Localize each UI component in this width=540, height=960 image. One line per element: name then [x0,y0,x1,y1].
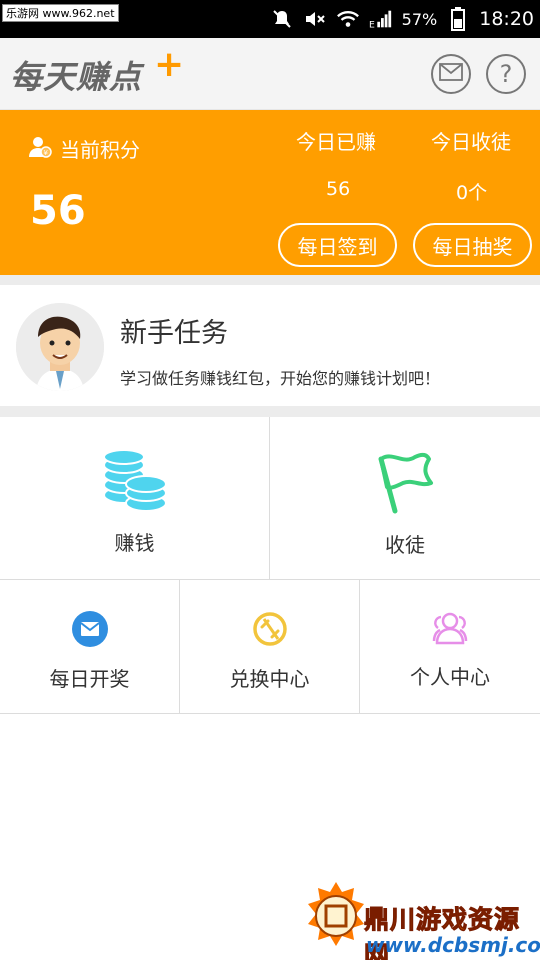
grid-divider [0,579,540,580]
today-apprentice-label: 今日收徒 [431,130,511,154]
app-title-plus: + [154,44,185,85]
today-apprentice-value: 0个 [456,182,488,204]
points-panel: ¥ 当前积分 56 今日已赚 今日收徒 56 0个 每日签到 每日抽奖 [0,110,540,275]
newbie-task-card[interactable]: 新手任务 学习做任务赚钱红包，开始您的赚钱计划吧！ [0,285,540,406]
grid-divider [269,417,270,579]
mail-icon [439,63,463,85]
today-earned-value: 56 [326,178,351,200]
app-header: 每天赚点 + ? [0,38,540,110]
points-label: 当前积分 [60,138,140,162]
svg-text:¥: ¥ [44,149,49,157]
apprentice-label: 收徒 [385,533,425,557]
notification-muted-icon [270,7,294,31]
help-icon: ? [499,60,513,88]
daily-draw-label: 每日开奖 [49,667,130,691]
user-points-icon: ¥ [28,135,52,163]
users-icon [431,611,469,649]
exchange-icon [252,611,288,651]
app-title: 每天赚点 [10,58,143,96]
exchange-center-label: 兑换中心 [229,667,310,691]
daily-checkin-button[interactable]: 每日签到 [278,223,397,267]
coins-icon [102,449,168,517]
volume-mute-icon [303,7,327,31]
watermark-tag: 乐游网 www.962.net [2,4,119,22]
battery-percent: 57% [401,9,438,29]
status-bar: 乐游网 www.962.net E 57% 18:20 [0,0,540,38]
grid-divider [179,580,180,714]
help-button[interactable]: ? [486,54,526,94]
exchange-center-button[interactable]: 兑换中心 [180,581,359,713]
daily-draw-button[interactable]: 每日开奖 [0,581,179,713]
divider [0,406,540,417]
earn-button[interactable]: 赚钱 [0,417,269,579]
grid-divider [359,580,360,714]
signal-icon: E [369,7,393,31]
newbie-task-title: 新手任务 [120,318,228,349]
mail-circle-icon [71,611,108,651]
newbie-task-desc: 学习做任务赚钱红包，开始您的赚钱计划吧！ [120,369,441,388]
divider [0,275,540,285]
profile-center-button[interactable]: 个人中心 [360,581,540,713]
earn-label: 赚钱 [114,531,155,555]
messages-button[interactable] [431,54,471,94]
wifi-icon [336,7,360,31]
apprentice-button[interactable]: 收徒 [270,417,540,579]
watermark-url: www.dcbsmj.com [366,933,540,957]
svg-text:E: E [369,19,375,30]
flag-icon [375,451,435,519]
today-earned-label: 今日已赚 [296,130,376,154]
points-value: 56 [30,188,86,234]
daily-lottery-button[interactable]: 每日抽奖 [413,223,532,267]
grid-divider [0,713,540,714]
feature-grid: 赚钱 收徒 每日开奖 兑换中心 个人中心 [0,417,540,714]
clock: 18:20 [479,8,534,30]
profile-center-label: 个人中心 [410,665,490,689]
avatar [16,303,104,391]
battery-icon [446,7,470,31]
